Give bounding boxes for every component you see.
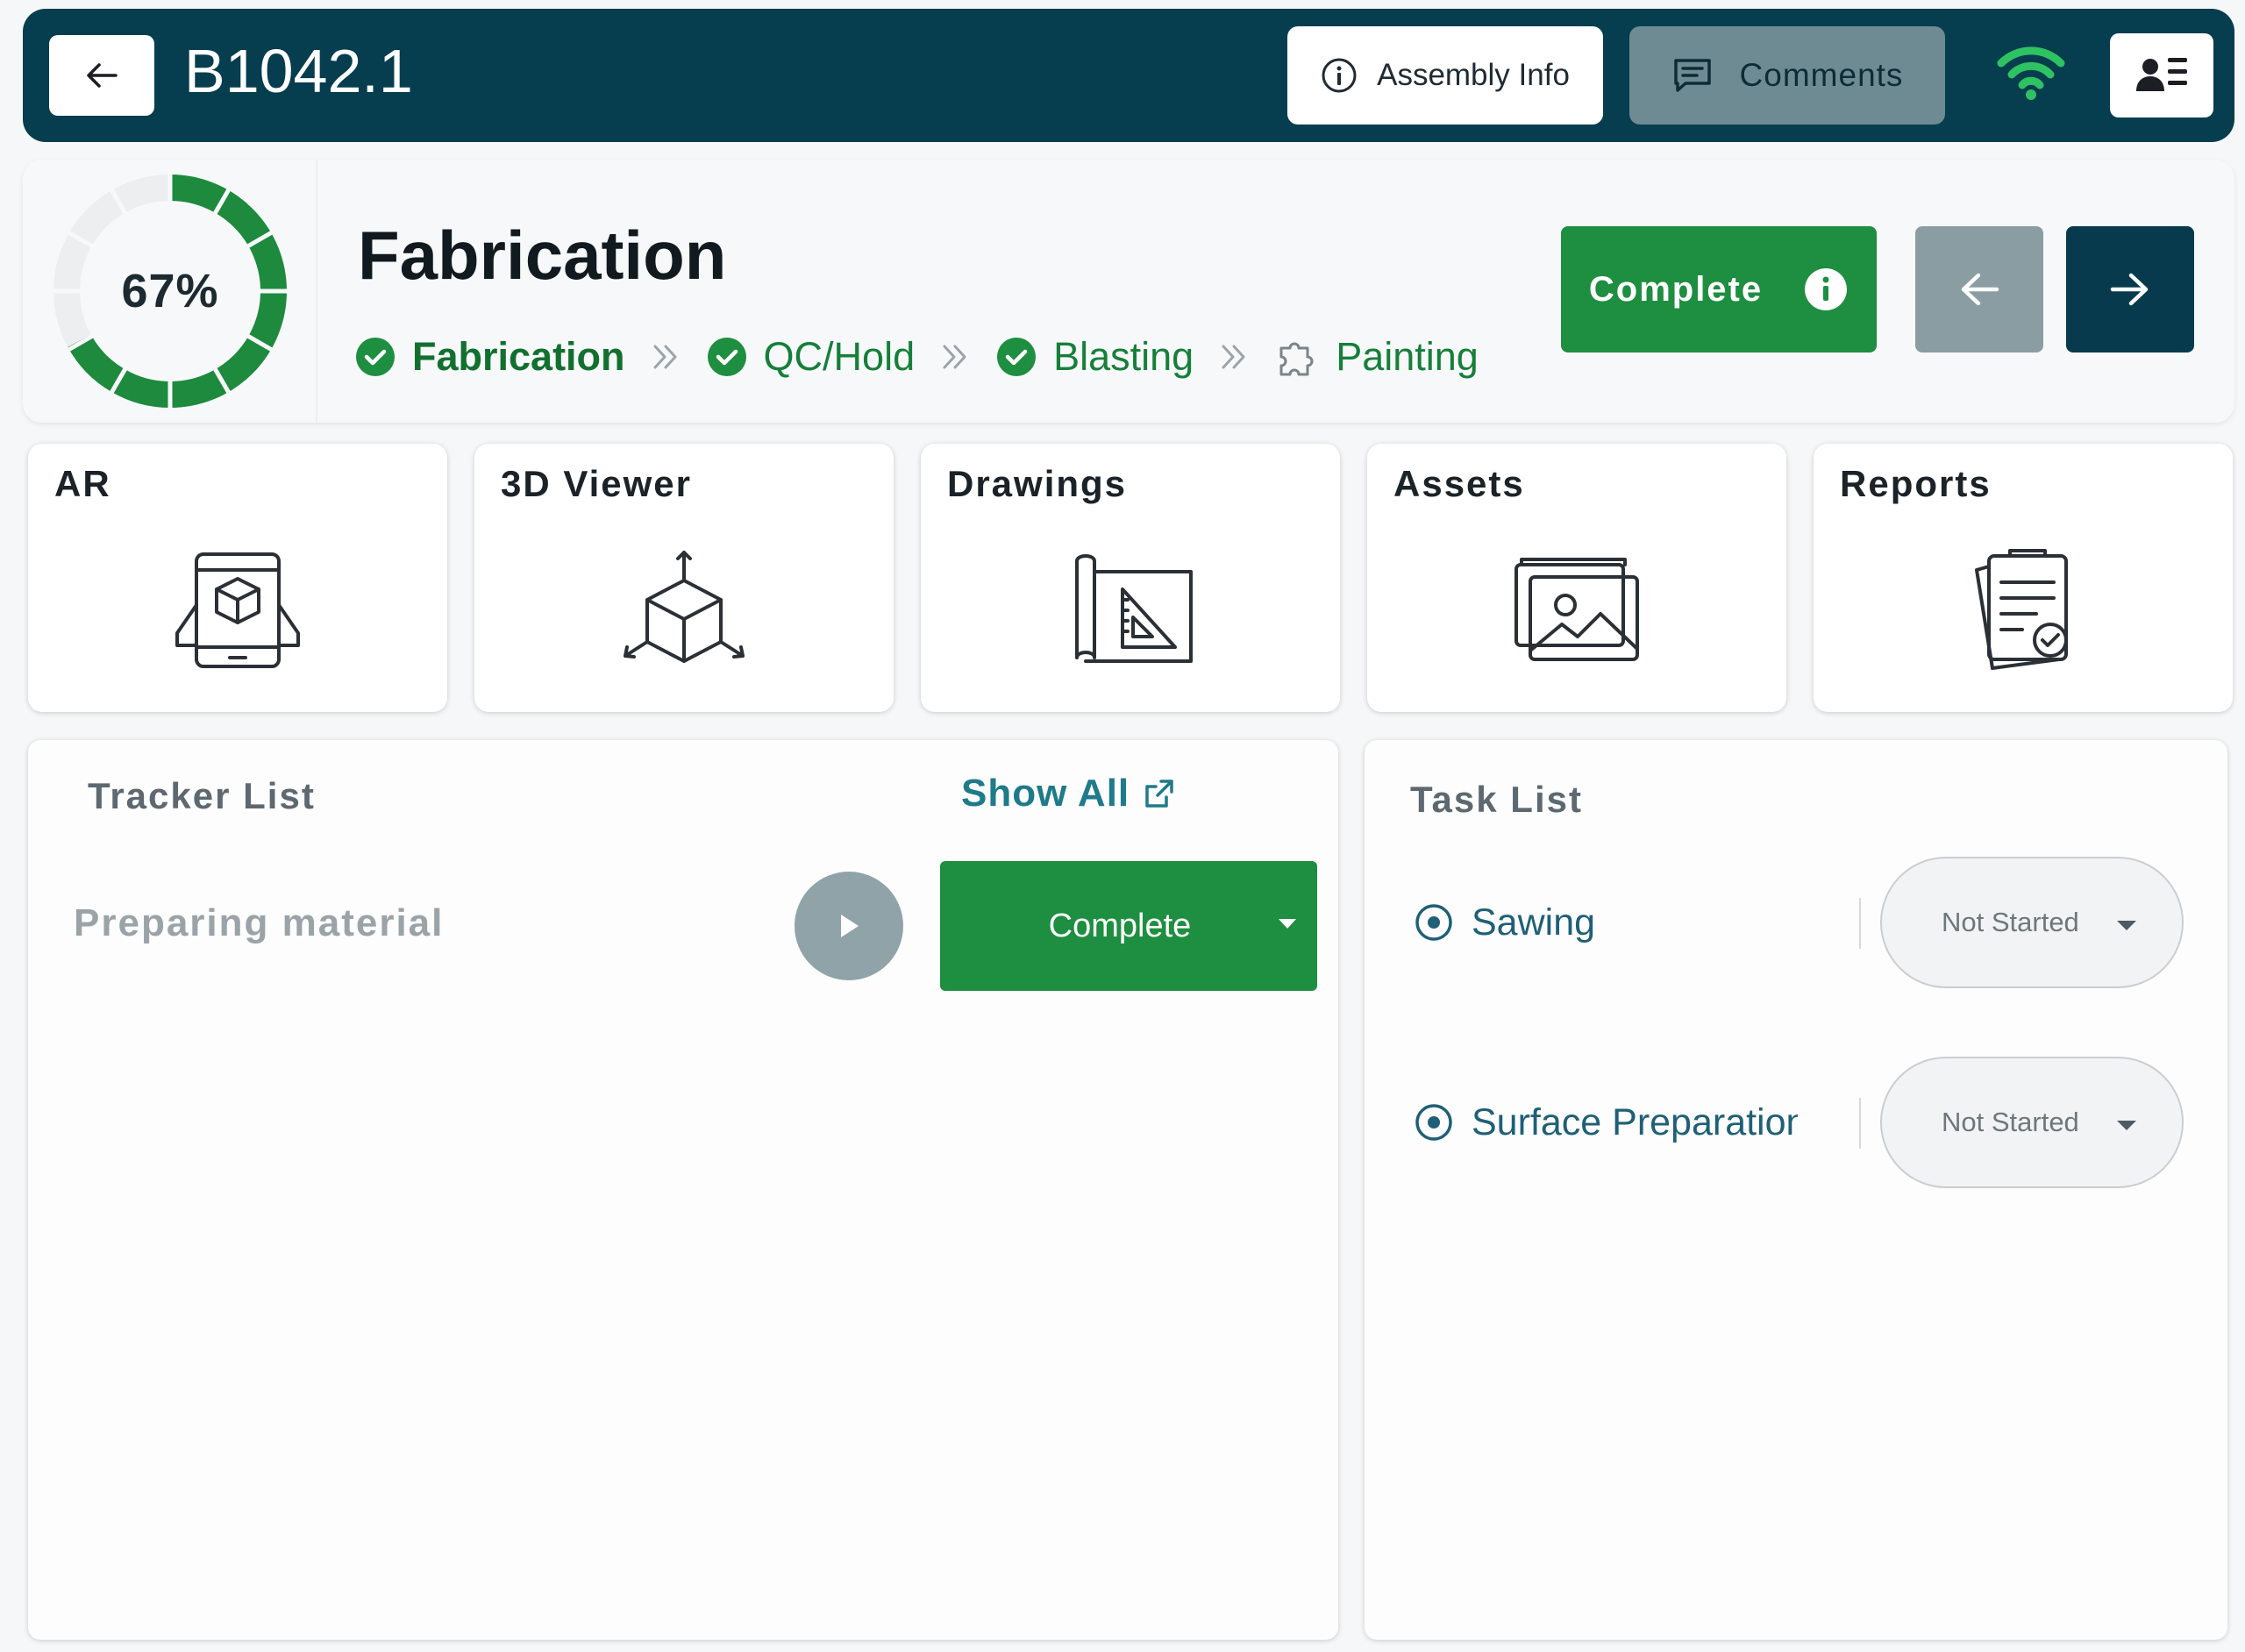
assembly-title: B1042.1 [184,37,413,105]
task-list-panel: Task List Sawing Not Started Surface Pre… [1365,740,2227,1640]
card-drawings[interactable]: Drawings [921,444,1340,712]
assembly-info-label: Assembly Info [1377,58,1570,92]
task-name: Sawing [1472,901,1596,943]
assembly-info-button[interactable]: Assembly Info [1287,26,1603,125]
task-divider [1859,898,1861,949]
ar-tablet-cube-icon [172,549,303,672]
step-label: Fabrication [412,334,625,379]
task-status-dropdown[interactable]: Not Started [1880,1057,2184,1188]
double-chevron-icon [650,341,681,373]
step-label: Painting [1336,334,1479,379]
tracker-item-name: Preparing material [74,901,445,944]
info-filled-icon [1803,267,1849,312]
top-app-bar: B1042.1 Assembly Info Comments [23,9,2234,142]
complete-label: Complete [1588,269,1764,309]
stage-title: Fabrication [358,217,727,294]
comments-label: Comments [1739,57,1904,93]
card-title: Reports [1840,463,1992,504]
show-all-link[interactable]: Show All [961,772,1177,815]
caret-down-icon[interactable] [1279,919,1296,929]
card-ar[interactable]: AR [28,444,447,712]
profile-button[interactable] [2110,33,2213,117]
report-checklist-icon [1957,549,2089,672]
image-stack-icon [1511,549,1643,672]
info-circle-icon [1321,57,1358,94]
play-button[interactable] [795,872,903,980]
card-3d-viewer[interactable]: 3D Viewer [474,444,894,712]
wifi-icon [1996,44,2066,100]
show-all-label: Show All [961,772,1130,815]
tracker-complete-dropdown[interactable]: Complete [940,861,1317,991]
radio-selected-icon[interactable] [1414,902,1454,943]
step-painting[interactable]: Painting [1274,334,1479,380]
back-button[interactable] [49,35,154,116]
check-circle-icon [354,336,396,378]
play-icon [836,912,862,940]
puzzle-piece-icon [1274,334,1320,380]
card-title: AR [54,463,111,504]
previous-stage-button[interactable] [1915,226,2043,352]
task-status-label: Not Started [1942,907,2079,937]
card-assets[interactable]: Assets [1367,444,1786,712]
task-row-surface-preparation[interactable]: Surface Preparation [1414,1079,1798,1166]
tracker-list-panel: Tracker List Show All Preparing material… [28,740,1338,1640]
tracker-complete-label: Complete [1048,907,1192,944]
external-link-icon [1142,776,1177,811]
check-circle-icon [706,336,748,378]
step-label: QC/Hold [763,334,916,379]
card-title: Assets [1393,463,1525,504]
comment-icon [1671,56,1714,95]
task-name: Surface Preparation [1472,1100,1798,1143]
double-chevron-icon [939,341,971,373]
arrow-left-icon [86,62,118,89]
next-stage-button[interactable] [2066,226,2194,352]
double-chevron-icon [1218,341,1250,373]
user-list-icon [2135,53,2189,98]
task-divider [1859,1098,1861,1149]
card-title: 3D Viewer [501,463,693,504]
tracker-list-title: Tracker List [88,775,316,816]
task-row-sawing[interactable]: Sawing [1414,879,1798,966]
check-circle-icon [995,336,1037,378]
arrow-right-icon [2110,272,2150,307]
step-qc-hold[interactable]: QC/Hold [706,334,916,380]
3d-cube-icon [618,549,750,672]
card-title: Drawings [947,463,1128,504]
task-status-label: Not Started [1942,1107,2079,1137]
caret-down-icon [2117,921,2136,930]
step-blasting[interactable]: Blasting [995,334,1194,380]
task-list-title: Task List [1410,779,1583,820]
panel-divider [316,160,317,423]
card-reports[interactable]: Reports [1814,444,2233,712]
radio-selected-icon[interactable] [1414,1102,1454,1143]
task-status-dropdown[interactable]: Not Started [1880,857,2184,988]
step-fabrication[interactable]: Fabrication [354,334,625,380]
stage-steps: Fabrication QC/Hold Blasting Painting [354,326,1479,388]
caret-down-icon [2117,1121,2136,1130]
arrow-left-icon [1959,272,1999,307]
blueprint-icon [1065,549,1196,672]
comments-button[interactable]: Comments [1629,26,1945,125]
stage-panel: 67% Fabrication Fabrication QC/Hold Blas… [23,160,2234,423]
progress-percent: 67% [121,265,219,317]
step-label: Blasting [1053,334,1194,379]
complete-stage-button[interactable]: Complete [1561,226,1877,352]
